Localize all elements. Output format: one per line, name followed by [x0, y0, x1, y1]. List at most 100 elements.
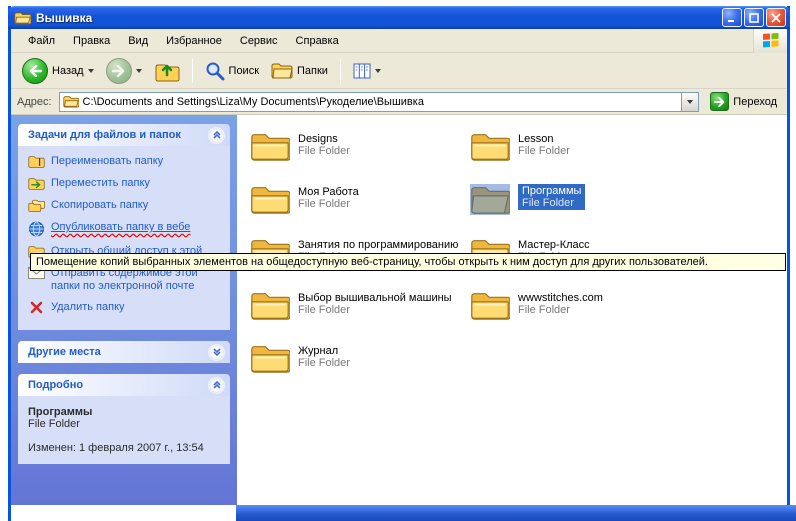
- maximize-button[interactable]: [744, 8, 764, 27]
- forward-icon: [106, 58, 132, 84]
- file-tile[interactable]: LessonFile Folder: [470, 131, 684, 184]
- address-dropdown-button[interactable]: [681, 93, 698, 111]
- file-tile-labels: LessonFile Folder: [518, 131, 570, 157]
- forward-dropdown-icon: [136, 69, 142, 73]
- collapse-button[interactable]: [208, 127, 225, 144]
- file-name: Мастер-Класс: [518, 239, 590, 251]
- close-button[interactable]: [766, 8, 786, 27]
- task-label: Переименовать папку: [51, 155, 163, 168]
- delete-icon: [28, 301, 45, 314]
- folder-icon: [250, 343, 290, 374]
- address-folder-icon: [63, 95, 79, 108]
- file-name: Программы: [522, 185, 581, 197]
- menu-edit[interactable]: Правка: [64, 32, 119, 50]
- file-type: File Folder: [298, 145, 350, 157]
- folder-icon: [250, 184, 290, 215]
- main-area: Задачи для файлов и папок Переименовать …: [11, 115, 787, 505]
- file-tile-labels: ЖурналFile Folder: [298, 343, 350, 369]
- task-label-text: Опубликовать папку в вебе: [51, 221, 190, 233]
- rename-folder-icon: [28, 155, 45, 169]
- task-publish-folder[interactable]: Опубликовать папку в вебе: [28, 221, 226, 237]
- forward-button[interactable]: [101, 56, 147, 86]
- folders-label: Папки: [297, 65, 328, 77]
- file-tile[interactable]: Выбор вышивальной машиныFile Folder: [250, 290, 464, 343]
- menu-file[interactable]: Файл: [19, 32, 64, 50]
- address-input[interactable]: [79, 96, 682, 108]
- other-places-section: Другие места: [18, 341, 230, 363]
- file-type: File Folder: [522, 197, 581, 209]
- file-tile-labels: Моя РаботаFile Folder: [298, 184, 359, 210]
- file-tile[interactable]: Моя РаботаFile Folder: [250, 184, 464, 237]
- back-label: Назад: [52, 65, 84, 77]
- file-tile-labels: DesignsFile Folder: [298, 131, 350, 157]
- toolbar-separator: [340, 59, 341, 83]
- back-button[interactable]: Назад: [17, 56, 99, 86]
- details-item-type: File Folder: [28, 418, 224, 430]
- search-button[interactable]: Поиск: [200, 59, 264, 83]
- file-tasks-title: Задачи для файлов и папок: [28, 129, 181, 141]
- up-button[interactable]: [149, 57, 185, 85]
- minimize-icon: [727, 13, 737, 23]
- folder-up-icon: [154, 59, 180, 83]
- chevron-up-icon: [212, 130, 222, 140]
- task-rename-folder[interactable]: Переименовать папку: [28, 155, 226, 169]
- menu-bar: Файл Правка Вид Избранное Сервис Справка: [11, 29, 787, 53]
- file-type: File Folder: [518, 145, 570, 157]
- move-folder-icon: [28, 177, 45, 191]
- file-name: Моя Работа: [298, 186, 359, 198]
- views-button[interactable]: [348, 61, 386, 81]
- file-tile[interactable]: wwwstitches.comFile Folder: [470, 290, 684, 343]
- file-tile-labels: ПрограммыFile Folder: [518, 184, 585, 210]
- taskbar-fragment: [236, 505, 796, 521]
- details-item-name: Программы: [28, 406, 224, 418]
- folders-icon: [271, 62, 293, 80]
- views-icon: [353, 63, 371, 79]
- minimize-button[interactable]: [722, 8, 742, 27]
- details-header[interactable]: Подробно: [18, 374, 230, 396]
- toolbar-separator: [192, 59, 193, 83]
- file-tile[interactable]: ПрограммыFile Folder: [470, 184, 684, 237]
- folder-open-icon: [14, 11, 31, 25]
- task-move-folder[interactable]: Переместить папку: [28, 177, 226, 191]
- search-icon: [205, 61, 225, 81]
- other-places-title: Другие места: [28, 346, 101, 358]
- details-body: Программы File Folder Изменен: 1 февраля…: [18, 396, 230, 464]
- copy-folder-icon: [28, 199, 45, 213]
- chevron-down-icon: [212, 347, 222, 357]
- file-name: Журнал: [298, 345, 350, 357]
- go-button[interactable]: Переход: [706, 91, 781, 112]
- file-tile-labels: wwwstitches.comFile Folder: [518, 290, 603, 316]
- toolbar: Назад Поиск: [11, 53, 787, 89]
- file-tile[interactable]: ЖурналFile Folder: [250, 343, 464, 396]
- file-type: File Folder: [298, 304, 452, 316]
- menu-help[interactable]: Справка: [287, 32, 348, 50]
- menu-view[interactable]: Вид: [119, 32, 157, 50]
- publish-web-icon: [28, 221, 45, 237]
- window-title: Вышивка: [36, 11, 720, 25]
- collapse-button[interactable]: [208, 377, 225, 394]
- task-delete-folder[interactable]: Удалить папку: [28, 301, 226, 314]
- other-places-header[interactable]: Другие места: [18, 341, 230, 363]
- file-tile[interactable]: DesignsFile Folder: [250, 131, 464, 184]
- back-icon: [22, 58, 48, 84]
- close-icon: [771, 13, 781, 23]
- menu-tools[interactable]: Сервис: [231, 32, 287, 50]
- file-tasks-header[interactable]: Задачи для файлов и папок: [18, 124, 230, 146]
- details-item-modified: Изменен: 1 февраля 2007 г., 13:54: [28, 442, 224, 454]
- task-copy-folder[interactable]: Скопировать папку: [28, 199, 226, 213]
- file-type: File Folder: [298, 357, 350, 369]
- folder-icon: [470, 131, 510, 162]
- file-name: Designs: [298, 133, 350, 145]
- back-dropdown-icon: [88, 69, 94, 73]
- views-dropdown-icon: [375, 69, 381, 73]
- folders-button[interactable]: Папки: [266, 60, 333, 82]
- expand-button[interactable]: [208, 344, 225, 361]
- folder-icon-selected: [470, 184, 510, 215]
- file-name: Занятия по программированию: [298, 239, 458, 251]
- task-label: Переместить папку: [51, 177, 150, 190]
- file-tasks-section: Задачи для файлов и папок Переименовать …: [18, 124, 230, 330]
- details-section: Подробно Программы File Folder Изменен: …: [18, 374, 230, 464]
- maximize-icon: [749, 13, 759, 23]
- go-label: Переход: [733, 96, 777, 108]
- menu-favorites[interactable]: Избранное: [157, 32, 231, 50]
